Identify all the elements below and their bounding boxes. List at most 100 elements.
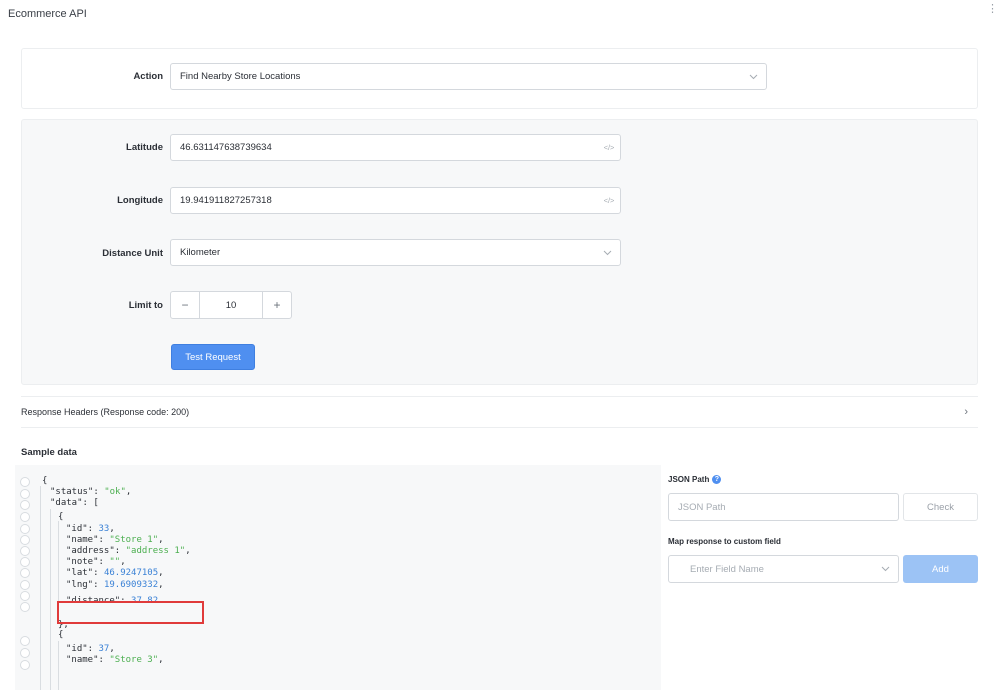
code-token: "note": xyxy=(66,557,110,567)
json-path-label-text: JSON Path xyxy=(668,475,710,484)
increment-button[interactable]: + xyxy=(263,292,291,318)
distance-unit-label: Distance Unit xyxy=(102,248,163,259)
latitude-label: Latitude xyxy=(126,142,163,153)
code-token: "id": xyxy=(66,644,99,654)
code-token: "data": [ xyxy=(50,498,99,508)
code-icon[interactable]: </> xyxy=(598,143,620,152)
code-token: , xyxy=(120,557,126,567)
sample-data-viewer[interactable]: {"status": "ok", "data": [{"id": 33, "name… xyxy=(15,465,661,690)
code-token: "lat": xyxy=(66,568,104,578)
app-title: Ecommerce API xyxy=(8,8,87,20)
map-field-label: Map response to custom field xyxy=(668,537,781,546)
code-line: "address": "address 1", xyxy=(66,546,191,557)
code-token: 33 xyxy=(98,524,110,534)
fold-marker-icon[interactable] xyxy=(20,489,30,499)
action-label: Action xyxy=(133,71,163,82)
code-token: , xyxy=(109,644,115,654)
code-token: "id": xyxy=(66,524,99,534)
code-line: "id": 33, xyxy=(66,524,115,535)
sample-data-title: Sample data xyxy=(21,447,77,458)
fold-marker-icon[interactable] xyxy=(20,546,30,556)
action-select[interactable]: Find Nearby Store Locations xyxy=(170,63,767,90)
code-line: "status": "ok", xyxy=(50,487,131,498)
code-token: "status": xyxy=(50,487,105,497)
fold-marker-icon[interactable] xyxy=(20,580,30,590)
code-line: { xyxy=(42,476,47,487)
code-token: "name": xyxy=(66,655,110,665)
code-line: "id": 37, xyxy=(66,644,115,655)
chevron-down-icon xyxy=(872,556,898,582)
code-token: { xyxy=(42,476,48,486)
fold-marker-icon[interactable] xyxy=(20,535,30,545)
indent-guide xyxy=(50,509,51,690)
check-button[interactable]: Check xyxy=(903,493,978,521)
code-token: , xyxy=(158,655,164,665)
custom-field-placeholder: Enter Field Name xyxy=(690,563,764,575)
code-token: , xyxy=(158,535,164,545)
code-line: "lat": 46.9247105, xyxy=(66,568,164,579)
add-button[interactable]: Add xyxy=(903,555,978,583)
code-line: "name": "Store 1", xyxy=(66,535,164,546)
code-token: "address": xyxy=(66,546,126,556)
code-token: , xyxy=(158,580,164,590)
limit-stepper[interactable]: − 10 + xyxy=(170,291,292,319)
indent-guide xyxy=(58,641,59,690)
code-token: 19.6909332 xyxy=(103,580,159,590)
distance-unit-value: Kilometer xyxy=(180,247,221,258)
params-panel: Latitude 46.631147638739634 </> Longitud… xyxy=(21,119,978,385)
test-request-button[interactable]: Test Request xyxy=(171,344,255,370)
code-token: 37 xyxy=(98,644,110,654)
fold-marker-icon[interactable] xyxy=(20,636,30,646)
code-line: { xyxy=(58,630,63,641)
fold-marker-icon[interactable] xyxy=(20,557,30,567)
code-token: "name": xyxy=(66,535,110,545)
json-path-input[interactable]: JSON Path xyxy=(668,493,899,521)
fold-marker-icon[interactable] xyxy=(20,568,30,578)
fold-marker-icon[interactable] xyxy=(20,512,30,522)
fold-marker-icon[interactable] xyxy=(20,500,30,510)
code-token: { xyxy=(58,630,64,640)
code-token: "address 1" xyxy=(125,546,186,556)
code-token: , xyxy=(125,487,132,497)
code-line: "name": "Store 3", xyxy=(66,655,164,666)
json-path-placeholder: JSON Path xyxy=(678,501,726,513)
code-token: "lng": xyxy=(66,580,104,590)
fold-marker-icon[interactable] xyxy=(20,660,30,670)
code-token: "" xyxy=(109,557,121,567)
fold-marker-icon[interactable] xyxy=(20,477,30,487)
code-token: , xyxy=(109,524,115,534)
code-line: "data": [ xyxy=(50,498,99,509)
fold-marker-icon[interactable] xyxy=(20,648,30,658)
help-icon[interactable]: ? xyxy=(712,475,722,484)
chevron-right-icon: › xyxy=(964,406,968,418)
longitude-value: 19.941911827257318 xyxy=(180,195,272,206)
code-token: , xyxy=(185,546,191,556)
code-icon[interactable]: </> xyxy=(598,196,620,205)
latitude-value: 46.631147638739634 xyxy=(180,142,272,153)
code-token: "Store 1" xyxy=(109,535,159,545)
more-menu-icon[interactable]: ⋮ xyxy=(987,4,994,15)
response-headers-row[interactable]: Response Headers (Response code: 200) › xyxy=(21,396,978,428)
custom-field-select[interactable]: Enter Field Name xyxy=(668,555,899,583)
chevron-down-icon xyxy=(594,240,620,265)
code-token: "Store 3" xyxy=(109,655,159,665)
longitude-input[interactable]: 19.941911827257318 </> xyxy=(170,187,621,214)
code-line: "lng": 19.6909332, xyxy=(66,580,164,591)
latitude-input[interactable]: 46.631147638739634 </> xyxy=(170,134,621,161)
fold-gutter xyxy=(15,465,37,690)
code-token: 46.9247105 xyxy=(103,568,159,578)
limit-label: Limit to xyxy=(128,300,163,311)
longitude-label: Longitude xyxy=(117,195,163,206)
chevron-down-icon xyxy=(740,64,766,89)
decrement-button[interactable]: − xyxy=(171,292,199,318)
code-line: "note": "", xyxy=(66,557,126,568)
action-panel: Action Find Nearby Store Locations xyxy=(21,48,978,109)
fold-marker-icon[interactable] xyxy=(20,524,30,534)
highlight-annotation xyxy=(57,601,204,624)
fold-marker-icon[interactable] xyxy=(20,602,30,612)
response-headers-label: Response Headers (Response code: 200) xyxy=(21,407,190,417)
fold-marker-icon[interactable] xyxy=(20,591,30,601)
limit-value[interactable]: 10 xyxy=(199,292,263,318)
distance-unit-select[interactable]: Kilometer xyxy=(170,239,621,266)
code-token: , xyxy=(158,568,164,578)
